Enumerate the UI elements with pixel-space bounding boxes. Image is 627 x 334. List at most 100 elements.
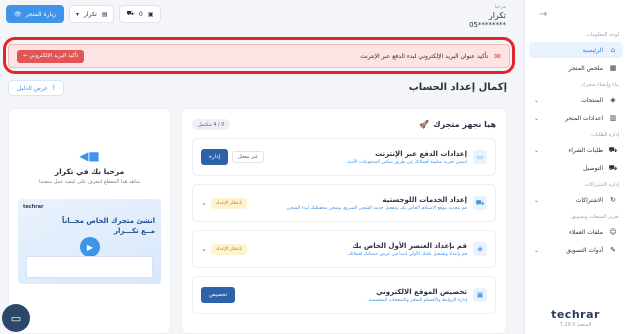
chevron-down-icon: ⌄ xyxy=(534,146,540,154)
home-icon: ⌂ xyxy=(610,46,616,54)
step-payments: ▭ إعدادات الدفع عبر الإنترنت اضمن تجربة … xyxy=(192,138,496,176)
store-switcher-label: تكرار xyxy=(83,10,97,18)
step-website: ▣ تخصيص الموقع الالكتروني إدارة الروابط … xyxy=(192,276,496,314)
step-title: تخصيص الموقع الالكتروني xyxy=(376,287,467,296)
visit-store-button[interactable]: 👁 زيارة المتجر xyxy=(6,5,64,23)
video-camera-icon: ■◀ xyxy=(79,149,100,163)
video-headline-line-2: مــع تكـــرار xyxy=(114,226,155,235)
view-guide-button[interactable]: ? عرض الدليل xyxy=(8,80,65,96)
step-logistics[interactable]: ⛟ إعداد الخدمات اللوجستية قم بتحديد موقع… xyxy=(192,184,496,222)
sidebar-item-orders[interactable]: ⛟ طلبات الشراء ⌄ xyxy=(529,142,623,158)
collapse-sidebar-icon[interactable]: → xyxy=(539,9,547,20)
sidebar-section-title: تعزيز المبيعات وتسويق xyxy=(571,214,619,220)
wallet-icon: ▣ xyxy=(147,10,154,18)
page-title: إكمال إعداد الحساب xyxy=(408,82,507,93)
cart-button[interactable]: ⛟ 0 ▣ xyxy=(119,5,161,23)
browser-icon: ▣ xyxy=(473,288,487,302)
setup-title: هيا نجهز متجرك 🚀 xyxy=(419,120,496,129)
sidebar-item-home[interactable]: ⌂ الرئيسية xyxy=(529,42,623,58)
sidebar-item-delivery[interactable]: ⛟ التوصيل xyxy=(529,160,623,176)
step-text: إعداد الخدمات اللوجستية قم بتحديد موقع ا… xyxy=(253,196,467,211)
truck-icon: ⛟ xyxy=(608,163,618,172)
step-desc: قم بإعداد وتشغيل باقتك الأولى لتبدأ في ع… xyxy=(346,251,467,257)
view-guide-label: عرض الدليل xyxy=(17,84,48,92)
step-text: قم بإعداد العنصر الأول الخاص بك قم بإعدا… xyxy=(253,242,467,257)
help-icon: ? xyxy=(51,84,56,92)
chat-support-button[interactable]: ▭ xyxy=(2,304,30,332)
video-headline-line-1: انشئ متجرك الخاص مجــاناً xyxy=(61,217,155,225)
sidebar-item-label: الرئيسية xyxy=(582,46,603,54)
video-dashboard-preview xyxy=(26,256,153,278)
customize-button[interactable]: تخصيص xyxy=(201,287,236,303)
step-title: إعداد الخدمات اللوجستية xyxy=(382,195,467,204)
chevron-down-icon: ⌄ xyxy=(534,246,540,254)
card-icon: ▭ xyxy=(473,150,487,164)
step-desc: إدارة الروابط والأقسام المتجر والصفحات ا… xyxy=(367,297,467,303)
version-label: المنصة 7.29.0 xyxy=(559,322,592,328)
confirm-email-button[interactable]: تأكيد البريد الإلكتروني ← xyxy=(17,49,85,63)
store-switcher[interactable]: ▾ تكرار ▤ xyxy=(68,5,115,23)
play-icon[interactable]: ▶ xyxy=(80,237,100,257)
rocket-icon: 🚀 xyxy=(419,120,430,129)
sidebar-section-title: إدارة الاشتراكات xyxy=(584,182,619,188)
sidebar-item-label: ملخص المتجر xyxy=(568,64,603,72)
sidebar-section-title: بناء وإنشاء متجرك xyxy=(581,82,619,88)
chevron-down-icon: ⌄ xyxy=(534,196,540,204)
box-icon: ◈ xyxy=(473,242,487,256)
chevron-down-icon: ⌄ xyxy=(534,96,540,104)
sidebar-item-customers[interactable]: ☺ ملفات العملاء xyxy=(529,224,623,240)
store-label: مرحبا xyxy=(494,4,506,10)
video-headline: انشئ متجرك الخاص مجــاناً مــع تكـــرار xyxy=(62,217,155,237)
mail-icon: ✉ xyxy=(494,51,501,61)
step-actions: تخصيص xyxy=(201,287,236,303)
progress-pill: 0 / 4 مكتمل xyxy=(192,119,231,130)
intro-video[interactable]: techrar انشئ متجرك الخاص مجــاناً مــع ت… xyxy=(18,199,161,284)
sidebar-item-label: التوصيل xyxy=(583,164,603,172)
sidebar-item-label: الاشتراكات xyxy=(575,196,603,204)
store-phone: 05******** xyxy=(469,21,506,29)
sidebar-item-store-settings[interactable]: ▥ اعدادات المتجر ⌄ xyxy=(529,110,623,126)
megaphone-icon: ✎ xyxy=(610,246,616,254)
store-icon: ▥ xyxy=(609,114,617,122)
manage-button[interactable]: إدارة xyxy=(201,149,229,165)
truck-icon: ⛟ xyxy=(473,196,487,210)
cart-icon: ⛟ xyxy=(608,145,618,154)
sidebar-item-marketing[interactable]: ✎ أدوات التسويق ⌄ xyxy=(529,242,623,258)
header-actions: 👁 زيارة المتجر ▾ تكرار ▤ ⛟ 0 ▣ xyxy=(6,5,161,23)
alert-message: ✉ تأكيد عنوان البريد الإلكتروني لبدء الد… xyxy=(360,52,501,61)
sidebar-item-label: المنتجات xyxy=(581,96,603,104)
chevron-down-icon: ▾ xyxy=(75,10,79,18)
chevron-down-icon: ⌄ xyxy=(534,114,540,122)
step-actions: ⌄ بانتظار الإعداد xyxy=(201,243,248,255)
sidebar-item-products[interactable]: ◈ المنتجات ⌄ xyxy=(529,92,623,108)
step-text: تخصيص الموقع الالكتروني إدارة الروابط وا… xyxy=(241,288,467,303)
sidebar-item-label: أدوات التسويق xyxy=(566,246,603,254)
sidebar-item-label: اعدادات المتجر xyxy=(565,114,603,122)
step-first-item[interactable]: ◈ قم بإعداد العنصر الأول الخاص بك قم بإع… xyxy=(192,230,496,268)
sidebar-top: → xyxy=(525,0,627,28)
cart-count: 0 xyxy=(139,10,143,18)
step-actions: إدارة غير مفعل xyxy=(201,149,264,165)
user-icon: ☺ xyxy=(609,228,617,236)
chevron-down-icon[interactable]: ⌄ xyxy=(201,245,207,253)
sidebar-item-store-summary[interactable]: ▦ ملخص المتجر xyxy=(529,60,623,76)
eye-icon: 👁 xyxy=(14,10,22,18)
step-desc: قم بتحديد موقع الاستلام الخاص بك، وتفعيل… xyxy=(285,205,467,211)
step-text: إعدادات الدفع عبر الإنترنت اضمن تجربة سل… xyxy=(270,150,467,165)
store-info: مرحبا تكرار 05******** xyxy=(469,4,506,29)
inactive-status: غير مفعل xyxy=(232,151,264,163)
sidebar-section-title: لوحة المعلومات xyxy=(586,32,619,38)
status-badge: بانتظار الإعداد xyxy=(210,243,248,255)
setup-title-text: هيا نجهز متجرك xyxy=(433,120,496,129)
step-title: قم بإعداد العنصر الأول الخاص بك xyxy=(352,241,467,250)
video-logo: techrar xyxy=(23,204,44,210)
chevron-down-icon[interactable]: ⌄ xyxy=(201,199,207,207)
sidebar-item-label: طلبات الشراء xyxy=(568,146,603,154)
email-verification-alert: ✉ تأكيد عنوان البريد الإلكتروني لبدء الد… xyxy=(8,44,510,68)
sidebar-section-title: إدارة الطلبات xyxy=(590,132,619,138)
alert-text: تأكيد عنوان البريد الإلكتروني لبدء الدفع… xyxy=(360,52,489,60)
welcome-card: ■◀ مرحبا بك في تكرار شاهد هذا المقطع لتت… xyxy=(8,108,171,334)
sidebar-item-subscriptions[interactable]: ↻ الاشتراكات ⌄ xyxy=(529,192,623,208)
step-actions: ⌄ بانتظار الإعداد xyxy=(201,197,248,209)
refresh-icon: ↻ xyxy=(610,196,616,204)
